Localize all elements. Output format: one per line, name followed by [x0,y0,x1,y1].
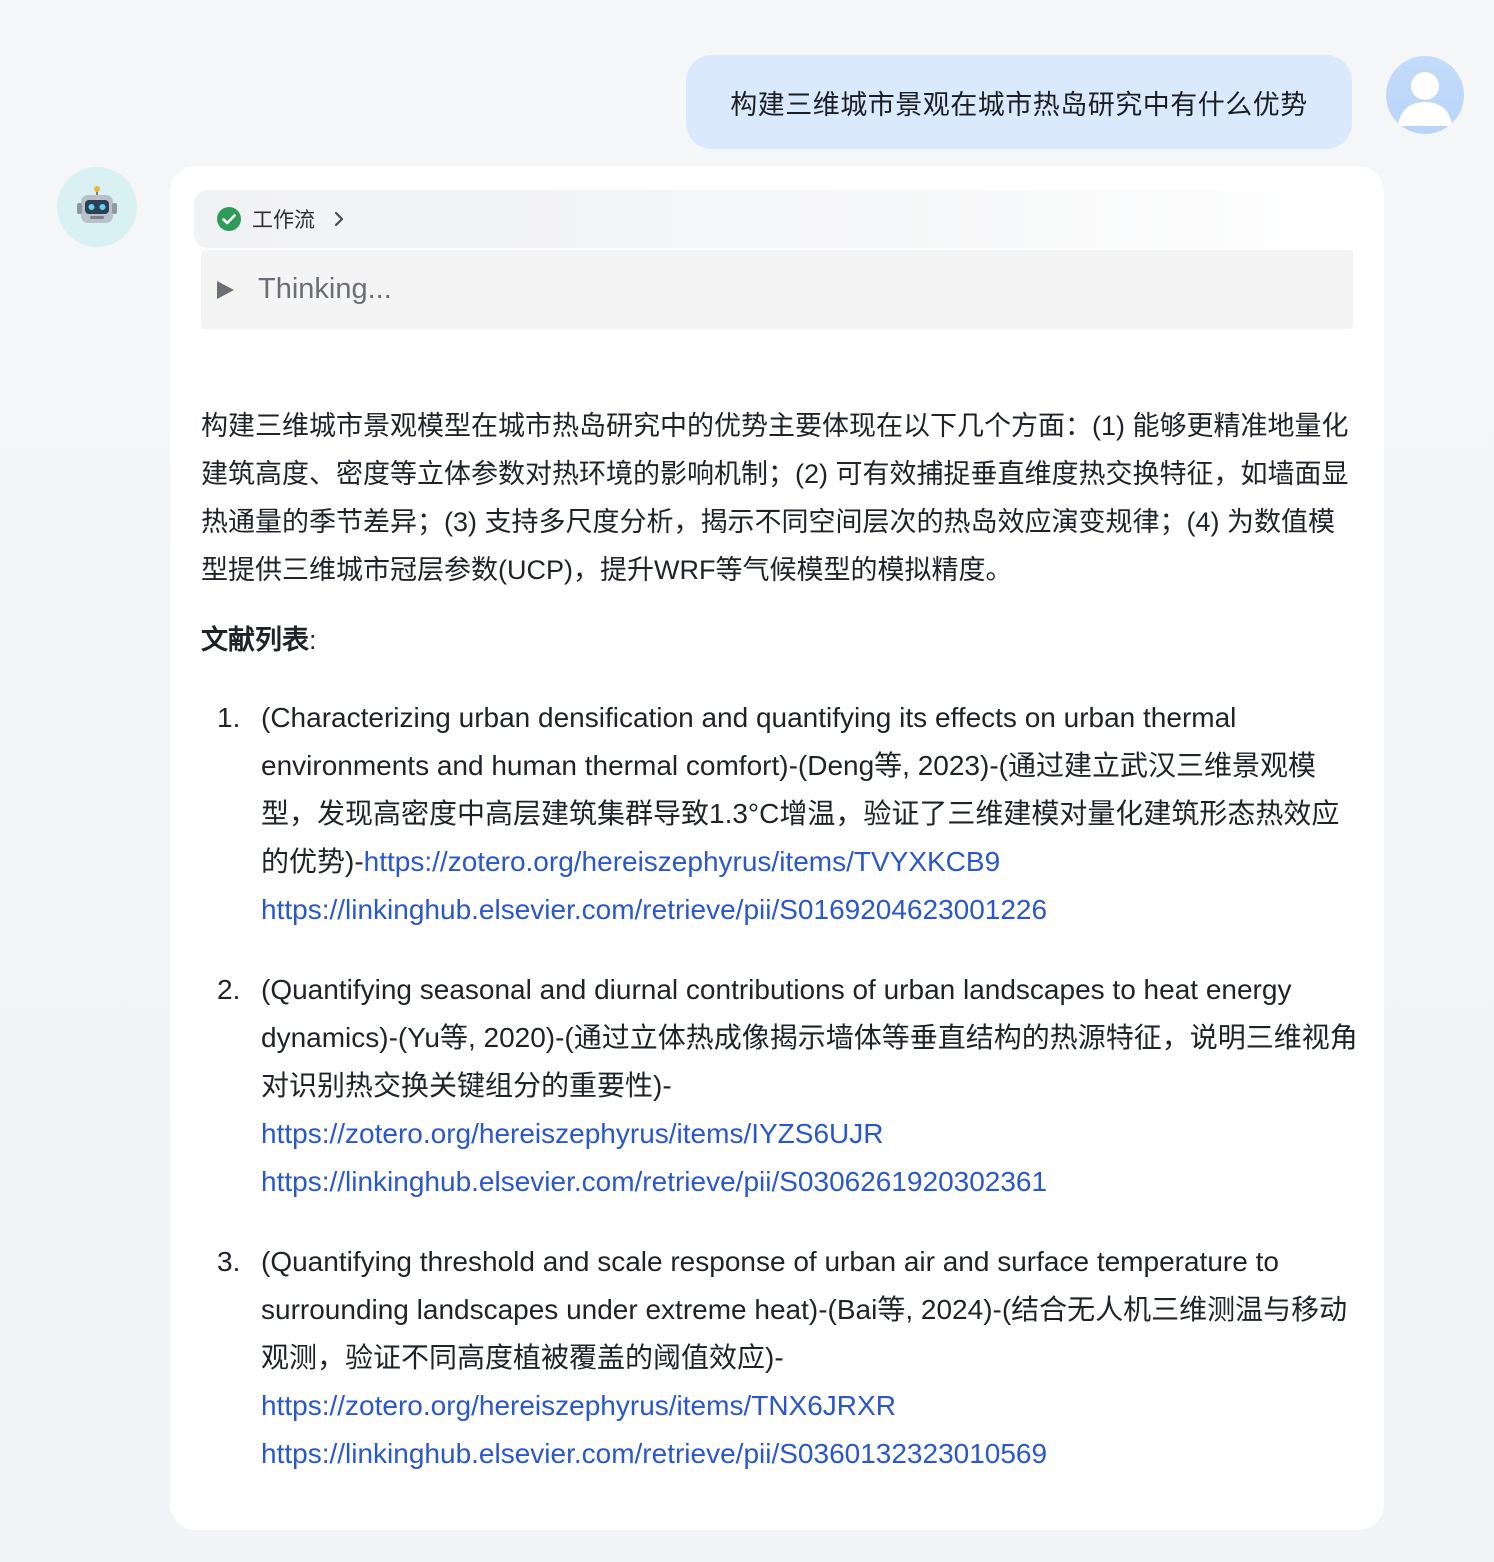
elsevier-link[interactable]: https://linkinghub.elsevier.com/retrieve… [261,886,1359,934]
bot-message-card: 工作流 Thinking... 构建三维城市景观模型在城市热岛研究中的优势主要体… [170,166,1384,1530]
answer-body: 构建三维城市景观模型在城市热岛研究中的优势主要体现在以下几个方面：(1) 能够更… [201,402,1359,1510]
user-avatar-icon[interactable] [1386,56,1464,134]
reference-item: 3. (Quantifying threshold and scale resp… [201,1238,1359,1478]
elsevier-link[interactable]: https://linkinghub.elsevier.com/retrieve… [261,1158,1359,1206]
reference-number: 1. [217,702,241,733]
workflow-label: 工作流 [252,209,315,232]
chat-page: 构建三维城市景观在城市热岛研究中有什么优势 工作流 Thinking... 构建… [0,0,1494,1562]
user-message-text: 构建三维城市景观在城市热岛研究中有什么优势 [730,89,1308,120]
robot-icon [57,167,137,247]
references-list: 1. (Characterizing urban densification a… [201,694,1359,1478]
references-heading-text: 文献列表 [201,625,309,655]
references-heading-colon: : [309,625,317,655]
check-circle-icon [216,206,242,232]
triangle-right-icon [217,280,234,299]
zotero-link[interactable]: https://zotero.org/hereiszephyrus/items/… [364,846,1001,877]
zotero-link[interactable]: https://zotero.org/hereiszephyrus/items/… [261,1382,1359,1430]
reference-item: 2. (Quantifying seasonal and diurnal con… [201,966,1359,1206]
user-message-bubble: 构建三维城市景观在城市热岛研究中有什么优势 [686,55,1352,149]
reference-text: (Quantifying seasonal and diurnal contri… [261,974,1358,1101]
elsevier-link[interactable]: https://linkinghub.elsevier.com/retrieve… [261,1430,1359,1478]
reference-text: (Quantifying threshold and scale respons… [261,1246,1348,1373]
reference-number: 2. [217,974,241,1005]
zotero-link[interactable]: https://zotero.org/hereiszephyrus/items/… [261,1110,1359,1158]
references-heading: 文献列表: [201,616,1359,664]
answer-summary: 构建三维城市景观模型在城市热岛研究中的优势主要体现在以下几个方面：(1) 能够更… [201,411,1349,585]
workflow-toggle[interactable]: 工作流 [194,190,1360,248]
chevron-right-icon[interactable] [331,210,347,228]
thinking-label: Thinking... [258,273,392,305]
reference-number: 3. [217,1246,241,1277]
thinking-toggle[interactable]: Thinking... [201,250,1353,329]
reference-item: 1. (Characterizing urban densification a… [201,694,1359,934]
